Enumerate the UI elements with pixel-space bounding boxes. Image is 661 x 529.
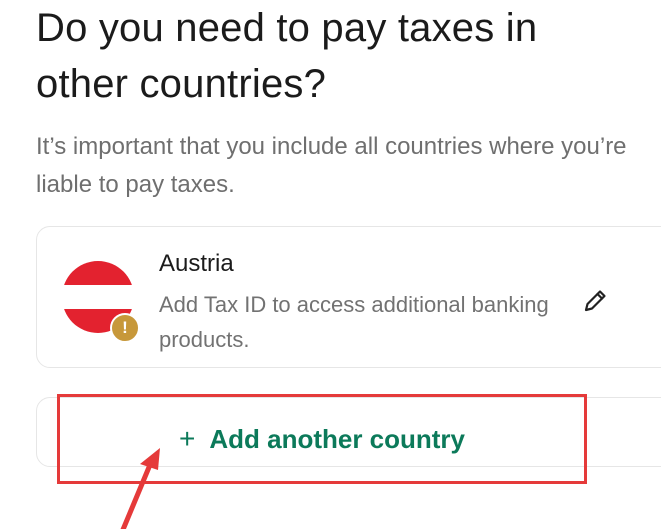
plus-icon: + — [178, 423, 196, 454]
country-name: Austria — [159, 250, 234, 277]
page-title: Do you need to pay taxes in other countr… — [36, 6, 538, 106]
country-tax-id-note: Add Tax ID to access additional banking … — [159, 292, 549, 352]
tax-countries-page: Do you need to pay taxes in other countr… — [0, 0, 661, 529]
country-card-austria[interactable]: ! Austria Add Tax ID to access additiona… — [36, 226, 661, 368]
warning-badge-icon: ! — [110, 313, 140, 343]
page-subtitle: It’s important that you include all coun… — [36, 133, 627, 198]
add-country-label: Add another country — [209, 423, 466, 454]
pencil-icon[interactable] — [579, 285, 611, 317]
annotation-arrow-icon — [120, 448, 160, 529]
